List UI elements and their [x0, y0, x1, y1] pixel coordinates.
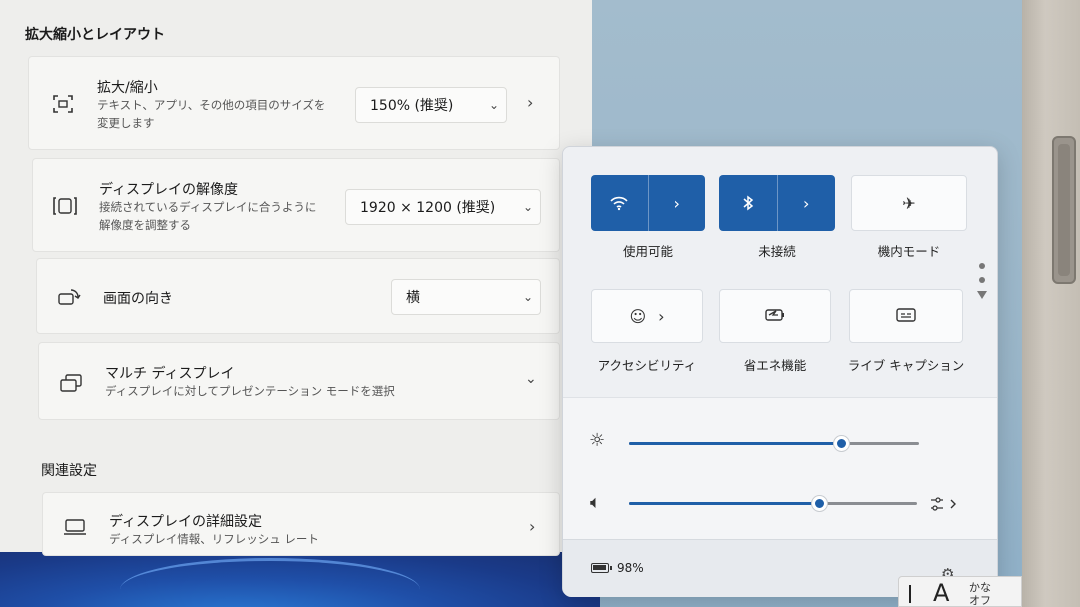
speaker-icon[interactable]: 🔈︎ [590, 492, 601, 513]
energy-saver-icon [764, 307, 786, 326]
scale-card[interactable]: 拡大/縮小 テキスト、アプリ、その他の項目のサイズを 変更します 150% (推… [28, 56, 560, 150]
airplane-tile[interactable]: ✈ [851, 175, 967, 231]
page-dot [979, 263, 985, 269]
scale-value: 150% (推奨) [370, 98, 454, 114]
multi-display-desc: ディスプレイに対してプレゼンテーション モードを選択 [105, 384, 395, 398]
scale-title: 拡大/縮小 [97, 80, 158, 96]
scale-desc-2: 変更します [97, 116, 155, 130]
quick-settings-panel: › 使用可能 › 未接続 ✈ 機内モード ☺ › アクセシビリティ 省エネ機能 … [562, 146, 998, 597]
ime-kana-line-2: オフ [969, 594, 991, 607]
chevron-down-icon: ⌄ [488, 98, 500, 112]
desktop-wallpaper [0, 548, 600, 607]
wifi-label: 使用可能 [622, 244, 673, 259]
audio-output-icon[interactable] [929, 496, 959, 515]
chevron-down-icon: ⌄ [522, 200, 534, 214]
brightness-thumb[interactable] [834, 436, 849, 451]
section-title-scale-layout: 拡大縮小とレイアウト [25, 27, 165, 43]
ime-kana-status: かな オフ [969, 581, 991, 607]
energy-saver-label: 省エネ機能 [743, 358, 807, 373]
brightness-icon: ☼ [589, 430, 606, 451]
monitor-bezel [1022, 0, 1080, 607]
orientation-icon [55, 285, 83, 309]
multi-display-icon [57, 371, 85, 395]
multi-display-card[interactable]: マルチ ディスプレイ ディスプレイに対してプレゼンテーション モードを選択 ⌄ [38, 342, 560, 420]
battery-icon [591, 563, 612, 573]
orientation-title: 画面の向き [103, 291, 173, 307]
battery-level [593, 565, 606, 570]
brightness-fill [629, 442, 841, 445]
brightness-slider[interactable] [629, 436, 919, 451]
airplane-icon: ✈ [902, 193, 916, 213]
wifi-icon[interactable] [591, 175, 649, 231]
page-dot [979, 277, 985, 283]
accessibility-tile[interactable]: ☺ › [591, 289, 703, 343]
resolution-icon [51, 194, 79, 218]
ime-mode: A [933, 579, 950, 607]
resolution-desc-2: 解像度を調整する [99, 218, 191, 232]
chevron-down-icon[interactable]: ⌄ [525, 371, 537, 387]
battery-status[interactable]: 98% [591, 561, 644, 575]
multi-display-title: マルチ ディスプレイ [105, 366, 235, 382]
bluetooth-label: 未接続 [758, 244, 796, 259]
resolution-dropdown[interactable]: 1920 × 1200 (推奨) ⌄ [345, 189, 541, 225]
chevron-down-icon: ⌄ [522, 290, 534, 304]
orientation-card[interactable]: 画面の向き 横 ⌄ [36, 258, 560, 334]
monitor-icon [61, 515, 89, 539]
chevron-right-icon[interactable]: › [529, 517, 535, 536]
volume-slider[interactable] [629, 496, 917, 511]
scale-desc-1: テキスト、アプリ、その他の項目のサイズを [97, 98, 326, 112]
section-title-related: 関連設定 [41, 463, 97, 479]
resolution-desc-1: 接続されているディスプレイに合うように [99, 200, 317, 214]
advanced-display-title: ディスプレイの詳細設定 [109, 514, 263, 530]
quick-settings-sliders-area [563, 397, 997, 539]
bluetooth-tile[interactable]: › [719, 175, 835, 231]
chevron-right-icon[interactable]: › [527, 93, 533, 112]
airplane-label: 機内モード [877, 244, 941, 259]
settings-window: 拡大縮小とレイアウト 拡大/縮小 テキスト、アプリ、その他の項目のサイズを 変更… [0, 0, 592, 556]
bluetooth-icon[interactable] [719, 175, 778, 231]
accessibility-icon: ☺ [629, 306, 647, 326]
orientation-value: 横 [406, 290, 420, 306]
chevron-right-icon[interactable]: › [778, 175, 836, 231]
resolution-title: ディスプレイの解像度 [99, 182, 239, 198]
resolution-card[interactable]: ディスプレイの解像度 接続されているディスプレイに合うように 解像度を調整する … [32, 158, 560, 252]
chevron-right-icon: › [658, 306, 665, 326]
volume-fill [629, 502, 819, 505]
orientation-dropdown[interactable]: 横 ⌄ [391, 279, 541, 315]
wifi-tile[interactable]: › [591, 175, 705, 231]
chevron-right-icon[interactable]: › [649, 175, 706, 231]
text-cursor-icon [909, 585, 911, 603]
next-page-icon [977, 291, 987, 299]
live-captions-label: ライブ キャプション [847, 358, 965, 373]
monitor-side-slot [1052, 136, 1076, 284]
scale-dropdown[interactable]: 150% (推奨) ⌄ [355, 87, 507, 123]
energy-saver-tile[interactable] [719, 289, 831, 343]
accessibility-label: アクセシビリティ [597, 358, 697, 373]
battery-percent: 98% [617, 561, 644, 575]
advanced-display-desc: ディスプレイ情報、リフレッシュ レート [109, 532, 319, 546]
captions-icon [896, 307, 916, 326]
ime-kana-line-1: かな [969, 581, 991, 594]
ime-indicator[interactable]: A かな オフ [898, 576, 1022, 607]
resolution-value: 1920 × 1200 (推奨) [360, 200, 496, 216]
scale-icon [49, 92, 77, 116]
advanced-display-card[interactable]: ディスプレイの詳細設定 ディスプレイ情報、リフレッシュ レート › [42, 492, 560, 556]
volume-thumb[interactable] [812, 496, 827, 511]
live-captions-tile[interactable] [849, 289, 963, 343]
tile-page-indicator[interactable] [977, 263, 987, 299]
